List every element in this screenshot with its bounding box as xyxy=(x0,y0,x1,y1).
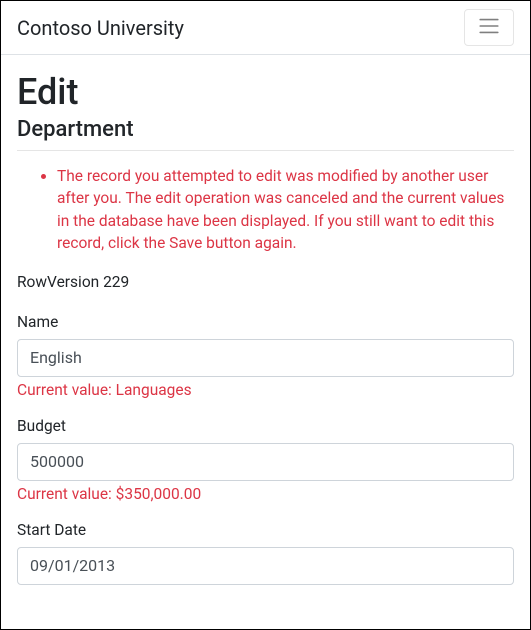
form-group-name: Name Current value: Languages xyxy=(17,313,514,399)
validation-summary: The record you attempted to edit was mod… xyxy=(17,165,514,255)
page-container: Edit Department The record you attempted… xyxy=(1,55,530,619)
start-date-label: Start Date xyxy=(17,521,514,539)
divider xyxy=(17,150,514,151)
form-group-start-date: Start Date xyxy=(17,521,514,585)
budget-validation: Current value: $350,000.00 xyxy=(17,485,514,503)
budget-label: Budget xyxy=(17,417,514,435)
hamburger-icon xyxy=(477,14,501,41)
page-title: Edit xyxy=(17,71,514,113)
name-validation: Current value: Languages xyxy=(17,381,514,399)
budget-input[interactable] xyxy=(17,443,514,481)
row-version: RowVersion 229 xyxy=(17,273,514,291)
navbar-brand[interactable]: Contoso University xyxy=(17,16,184,40)
name-label: Name xyxy=(17,313,514,331)
start-date-input[interactable] xyxy=(17,547,514,585)
validation-summary-item: The record you attempted to edit was mod… xyxy=(57,165,514,255)
navbar-toggle-button[interactable] xyxy=(464,9,514,46)
row-version-value: 229 xyxy=(103,273,129,291)
row-version-label: RowVersion xyxy=(17,273,99,291)
form-group-budget: Budget Current value: $350,000.00 xyxy=(17,417,514,503)
page-subtitle: Department xyxy=(17,117,514,142)
navbar: Contoso University xyxy=(1,1,530,55)
name-input[interactable] xyxy=(17,339,514,377)
